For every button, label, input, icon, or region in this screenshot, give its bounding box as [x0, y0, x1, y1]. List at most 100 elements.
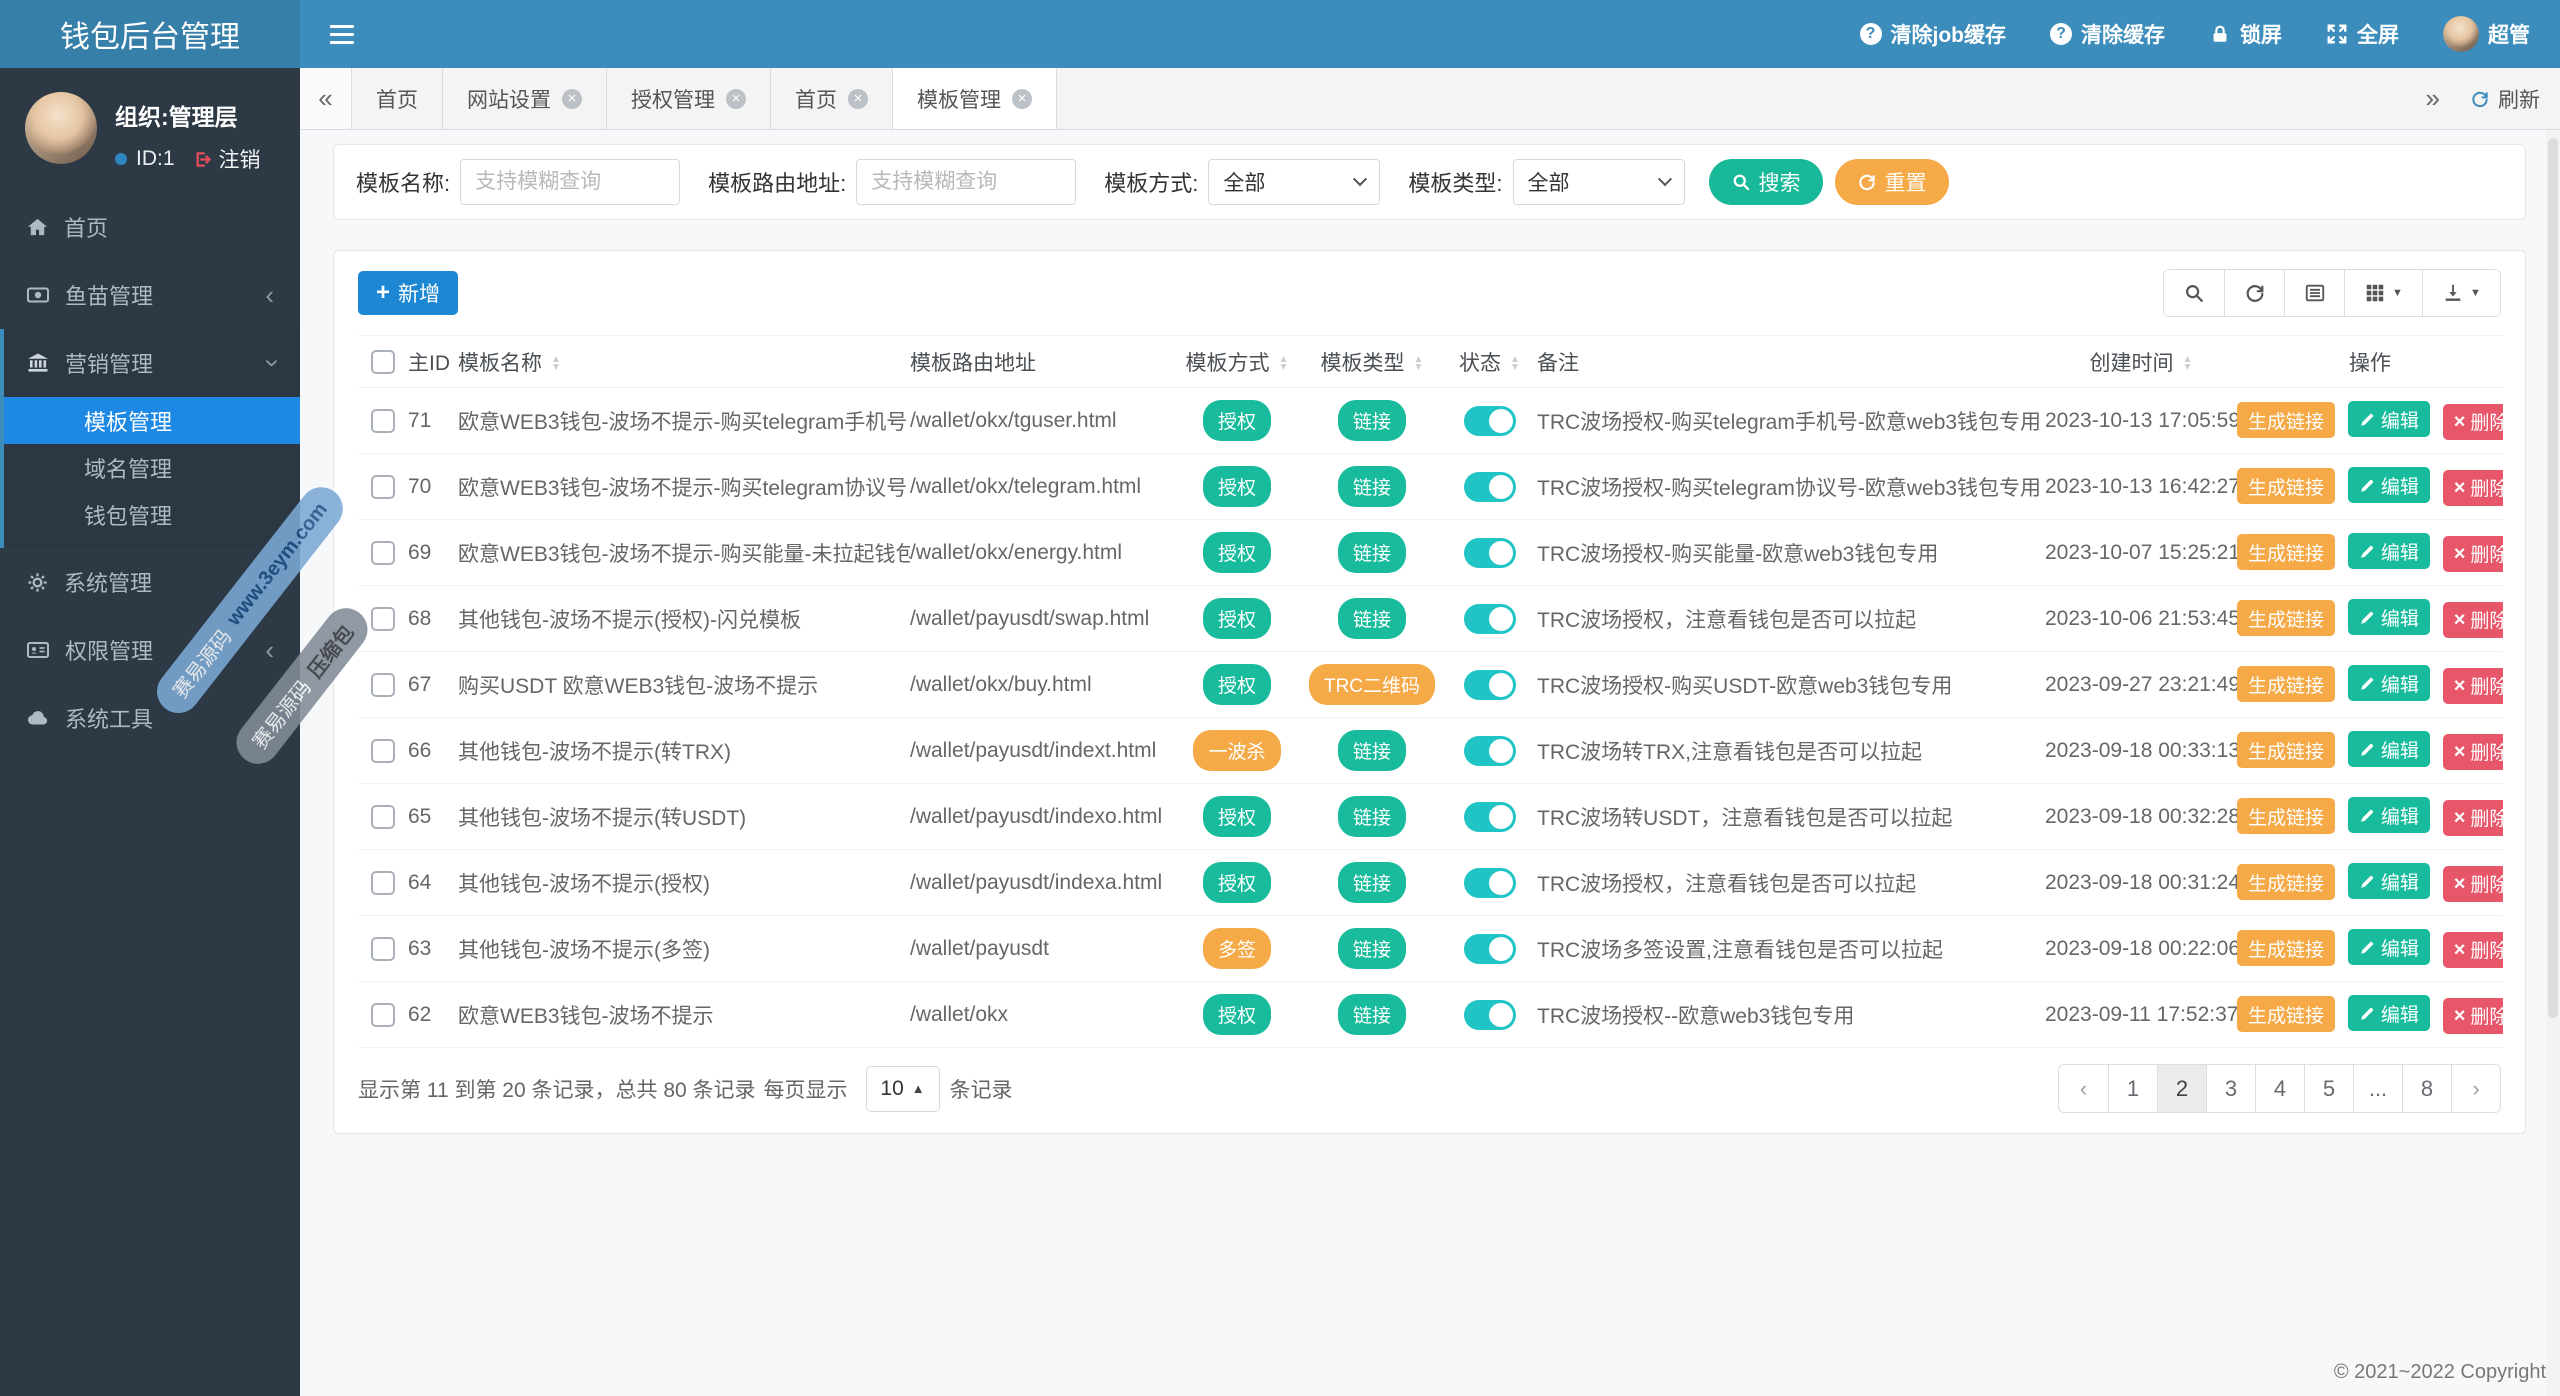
- status-toggle[interactable]: [1463, 603, 1516, 634]
- sidebar-toggle-icon[interactable]: [330, 24, 354, 44]
- table-search-button[interactable]: [2164, 270, 2224, 316]
- add-button[interactable]: + 新增: [358, 271, 459, 315]
- close-icon[interactable]: ×: [848, 88, 868, 109]
- delete-button[interactable]: ×删除: [2442, 733, 2503, 770]
- page-...[interactable]: ...: [2353, 1065, 2402, 1112]
- col-method[interactable]: 模板方式 ▲ ▼: [1172, 335, 1302, 388]
- table-refresh-button[interactable]: [2224, 270, 2284, 316]
- tabs-scroll-left-icon[interactable]: «: [300, 68, 352, 129]
- page-5[interactable]: 5: [2304, 1065, 2353, 1112]
- delete-button[interactable]: ×删除: [2442, 667, 2503, 704]
- generate-link-button[interactable]: 生成链接: [2237, 468, 2336, 505]
- edit-button[interactable]: 编辑: [2347, 797, 2430, 834]
- delete-button[interactable]: ×删除: [2442, 865, 2503, 902]
- page-8[interactable]: 8: [2402, 1065, 2451, 1112]
- sidebar-item-marketing[interactable]: 营销管理 ‹: [4, 329, 300, 397]
- status-toggle[interactable]: [1463, 471, 1516, 502]
- page-prev[interactable]: ‹: [2059, 1065, 2108, 1112]
- sidebar-item-system[interactable]: 系统管理 ‹: [0, 548, 300, 616]
- generate-link-button[interactable]: 生成链接: [2237, 996, 2336, 1033]
- generate-link-button[interactable]: 生成链接: [2237, 600, 2336, 637]
- row-checkbox[interactable]: [371, 474, 395, 499]
- close-icon[interactable]: ×: [562, 88, 582, 109]
- page-next[interactable]: ›: [2451, 1065, 2500, 1112]
- close-icon[interactable]: ×: [1012, 88, 1032, 109]
- delete-button[interactable]: ×删除: [2442, 403, 2503, 440]
- delete-button[interactable]: ×删除: [2442, 931, 2503, 968]
- edit-button[interactable]: 编辑: [2347, 665, 2430, 702]
- logout-link[interactable]: 注销: [192, 144, 261, 174]
- row-checkbox[interactable]: [371, 738, 395, 763]
- col-created[interactable]: 创建时间 ▲ ▼: [2045, 335, 2237, 388]
- delete-button[interactable]: ×删除: [2442, 469, 2503, 506]
- status-toggle[interactable]: [1463, 735, 1516, 766]
- page-size-select[interactable]: 10 ▲: [865, 1065, 940, 1112]
- clear-job-cache-button[interactable]: ? 清除job缓存: [1859, 19, 2006, 49]
- delete-button[interactable]: ×删除: [2442, 799, 2503, 836]
- clear-cache-button[interactable]: ? 清除缓存: [2050, 19, 2165, 49]
- edit-button[interactable]: 编辑: [2347, 467, 2430, 504]
- reset-button[interactable]: 重置: [1834, 159, 1949, 205]
- fullscreen-button[interactable]: 全屏: [2326, 19, 2399, 49]
- select-all-checkbox[interactable]: [371, 349, 395, 374]
- row-checkbox[interactable]: [371, 1002, 395, 1027]
- page-4[interactable]: 4: [2255, 1065, 2304, 1112]
- delete-button[interactable]: ×删除: [2442, 535, 2503, 572]
- tab-site-settings[interactable]: 网站设置 ×: [443, 68, 607, 129]
- sidebar-item-wallet-mgmt[interactable]: 钱包管理: [4, 491, 300, 538]
- app-title[interactable]: 钱包后台管理: [0, 0, 300, 68]
- template-route-input[interactable]: [856, 159, 1077, 205]
- page-2[interactable]: 2: [2157, 1065, 2206, 1112]
- tab-auth-mgmt[interactable]: 授权管理 ×: [607, 68, 771, 129]
- edit-button[interactable]: 编辑: [2347, 995, 2430, 1032]
- tabs-scroll-right-icon[interactable]: »: [2426, 83, 2440, 114]
- status-toggle[interactable]: [1463, 537, 1516, 568]
- row-checkbox[interactable]: [371, 804, 395, 829]
- delete-button[interactable]: ×删除: [2442, 601, 2503, 638]
- generate-link-button[interactable]: 生成链接: [2237, 402, 2336, 439]
- scrollbar-thumb[interactable]: [2548, 138, 2558, 1018]
- tab-home-2[interactable]: 首页 ×: [771, 68, 893, 129]
- edit-button[interactable]: 编辑: [2347, 929, 2430, 966]
- status-toggle[interactable]: [1463, 801, 1516, 832]
- refresh-tab-button[interactable]: 刷新: [2470, 84, 2540, 114]
- template-name-input[interactable]: [460, 159, 681, 205]
- row-checkbox[interactable]: [371, 936, 395, 961]
- row-checkbox[interactable]: [371, 606, 395, 631]
- row-checkbox[interactable]: [371, 408, 395, 433]
- lock-screen-button[interactable]: 锁屏: [2209, 19, 2282, 49]
- sidebar-item-permission[interactable]: 权限管理 ‹: [0, 616, 300, 684]
- template-method-select[interactable]: 全部: [1208, 159, 1381, 205]
- row-checkbox[interactable]: [371, 540, 395, 565]
- page-1[interactable]: 1: [2108, 1065, 2157, 1112]
- page-3[interactable]: 3: [2206, 1065, 2255, 1112]
- close-icon[interactable]: ×: [726, 88, 746, 109]
- row-checkbox[interactable]: [371, 870, 395, 895]
- status-toggle[interactable]: [1463, 405, 1516, 436]
- generate-link-button[interactable]: 生成链接: [2237, 666, 2336, 703]
- sidebar-item-template-mgmt[interactable]: 模板管理: [4, 397, 300, 444]
- sidebar-item-domain-mgmt[interactable]: 域名管理: [4, 444, 300, 491]
- generate-link-button[interactable]: 生成链接: [2237, 798, 2336, 835]
- generate-link-button[interactable]: 生成链接: [2237, 930, 2336, 967]
- sidebar-item-home[interactable]: 首页: [0, 193, 300, 261]
- col-status[interactable]: 状态 ▲ ▼: [1442, 335, 1537, 388]
- edit-button[interactable]: 编辑: [2347, 599, 2430, 636]
- delete-button[interactable]: ×删除: [2442, 997, 2503, 1034]
- template-type-select[interactable]: 全部: [1512, 159, 1685, 205]
- tab-home[interactable]: 首页: [352, 68, 443, 129]
- status-toggle[interactable]: [1463, 669, 1516, 700]
- col-type[interactable]: 模板类型 ▲ ▼: [1302, 335, 1442, 388]
- generate-link-button[interactable]: 生成链接: [2237, 864, 2336, 901]
- sidebar-item-tools[interactable]: 系统工具 ‹: [0, 684, 300, 752]
- edit-button[interactable]: 编辑: [2347, 731, 2430, 768]
- edit-button[interactable]: 编辑: [2347, 863, 2430, 900]
- generate-link-button[interactable]: 生成链接: [2237, 732, 2336, 769]
- table-export-button[interactable]: ▼: [2422, 270, 2500, 316]
- table-columns-button[interactable]: ▼: [2344, 270, 2422, 316]
- status-toggle[interactable]: [1463, 933, 1516, 964]
- col-name[interactable]: 模板名称 ▲ ▼: [458, 335, 910, 388]
- status-toggle[interactable]: [1463, 867, 1516, 898]
- generate-link-button[interactable]: 生成链接: [2237, 534, 2336, 571]
- edit-button[interactable]: 编辑: [2347, 401, 2430, 438]
